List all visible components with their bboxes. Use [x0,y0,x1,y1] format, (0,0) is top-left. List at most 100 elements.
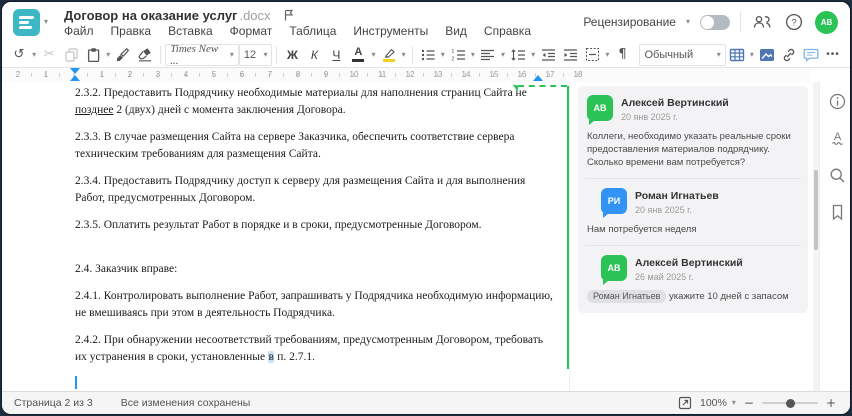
flag-icon[interactable] [283,9,295,22]
zoom-out-button[interactable]: − [744,396,754,410]
insert-link-icon[interactable] [778,44,800,66]
spellcheck-icon[interactable]: А [826,127,848,149]
comment-item[interactable]: АВ Алексей Вертинский 20 янв 2025 г. Кол… [587,95,799,169]
paragraph: 2.4. Заказчик вправе: [75,263,178,275]
menu-file[interactable]: Файл [64,24,94,40]
menu-edit[interactable]: Правка [111,24,152,40]
comment-text: Нам потребуется неделя [587,224,697,235]
copy-button[interactable] [60,44,82,66]
comment-date: 20 янв 2025 г. [621,112,678,122]
user-avatar[interactable]: АВ [815,10,838,34]
insert-table-icon[interactable] [726,44,748,66]
svg-text:?: ? [791,17,796,28]
left-indent-marker[interactable] [70,75,80,81]
help-icon[interactable]: ? [783,11,805,33]
paragraph-shading-icon[interactable] [581,44,603,66]
menu-bar: Файл Правка Вставка Формат Таблица Инстр… [64,24,531,40]
paragraph: 2.3.2. Предоставить Подрядчику необходим… [75,87,527,116]
app-window: ▾ Договор на оказание услуг .docx Файл П… [2,2,850,414]
document-extension: .docx [239,7,271,23]
ruler-number: 15 [489,70,499,79]
review-caret-icon[interactable]: ▾ [686,18,690,26]
right-sidebar: А [819,82,850,392]
undo-caret-icon[interactable]: ▾ [30,50,38,59]
undo-button[interactable]: ↺ [8,44,30,66]
search-icon[interactable] [826,164,848,186]
info-icon[interactable] [826,90,848,112]
comment-item[interactable]: РИ Роман Игнатьев 20 янв 2025 г. Нам пот… [587,188,799,236]
cut-button[interactable]: ✂ [38,44,60,66]
divider [585,245,801,246]
shading-caret-icon[interactable]: ▾ [603,50,611,59]
comment-item[interactable]: АВ Алексей Вертинский 26 май 2025 г. Ром… [587,255,799,303]
collaboration-users-icon[interactable] [751,11,773,33]
font-name-select[interactable]: Times New ... ▾ [165,43,239,67]
first-line-indent-marker[interactable] [70,68,80,74]
bookmark-icon[interactable] [826,201,848,223]
toolbar-more-button[interactable]: ••• [822,44,844,66]
paragraph [75,376,553,392]
comment-anchor-text[interactable]: позднее [75,104,113,116]
bullet-list-icon[interactable] [417,44,439,66]
clear-style-icon[interactable] [134,44,156,66]
paste-button[interactable] [82,44,104,66]
menu-view[interactable]: Вид [445,24,467,40]
bullet-list-caret-icon[interactable]: ▾ [439,50,447,59]
font-color-button[interactable]: А [347,44,369,66]
insert-comment-icon[interactable] [800,44,822,66]
ruler-number: 13 [433,70,443,79]
paragraph-style-select[interactable]: Обычный ▾ [639,43,726,66]
comment-date: 26 май 2025 г. [635,272,694,282]
nonprinting-chars-icon[interactable]: ¶ [611,44,633,66]
document-title: Договор на оказание услуг [64,7,238,23]
font-color-caret-icon[interactable]: ▾ [369,50,377,59]
decrease-indent-icon[interactable] [537,44,559,66]
scrollbar-thumb[interactable] [814,170,818,250]
comment-author: Алексей Вертинский [635,257,743,269]
highlight-caret-icon[interactable]: ▾ [400,50,408,59]
paste-caret-icon[interactable]: ▾ [104,50,112,59]
line-spacing-icon[interactable] [507,44,529,66]
horizontal-ruler[interactable]: 2 1 1 2 3 4 5 6 7 8 9 10 11 12 13 14 15 16 17 18 [2,68,810,83]
document-text[interactable]: 2.3.2. Предоставить Подрядчику необходим… [17,82,559,392]
table-caret-icon[interactable]: ▾ [748,50,756,59]
page-indicator[interactable]: Страница 2 из 3 [14,397,93,409]
comment-avatar: АВ [587,95,613,125]
status-bar: Страница 2 из 3 Все изменения сохранены … [2,391,850,414]
italic-button[interactable]: К [303,44,325,66]
format-painter-icon[interactable] [112,44,134,66]
bold-button[interactable]: Ж [281,44,303,66]
menu-help[interactable]: Справка [484,24,531,40]
zoom-slider[interactable] [761,398,818,408]
document-page[interactable]: 2.3.2. Предоставить Подрядчику необходим… [17,82,569,392]
highlight-color-button[interactable] [378,44,400,66]
insert-image-icon[interactable] [756,44,778,66]
review-mode-label[interactable]: Рецензирование [583,15,676,29]
app-logo-icon[interactable] [13,9,40,36]
ruler-number: 2 [15,70,21,79]
menu-tools[interactable]: Инструменты [353,24,428,40]
ruler-number: 8 [295,70,301,79]
align-caret-icon[interactable]: ▾ [499,50,507,59]
comment-avatar: РИ [601,188,627,218]
right-indent-marker[interactable] [533,75,543,81]
fit-page-icon[interactable] [678,396,692,410]
increase-indent-icon[interactable] [559,44,581,66]
review-toggle[interactable] [700,14,730,30]
menu-table[interactable]: Таблица [289,24,336,40]
divider [740,12,741,32]
align-left-icon[interactable] [477,44,499,66]
zoom-in-button[interactable]: + [826,396,836,410]
font-size-select[interactable]: 12 ▾ [238,43,273,66]
underline-button[interactable]: Ч [325,44,347,66]
menu-format[interactable]: Формат [230,24,273,40]
numbered-list-caret-icon[interactable]: ▾ [469,50,477,59]
zoom-slider-thumb[interactable] [785,398,795,408]
comment-thread[interactable]: АВ Алексей Вертинский 20 янв 2025 г. Кол… [578,86,808,313]
line-spacing-caret-icon[interactable]: ▾ [529,50,537,59]
numbered-list-icon[interactable]: 12 [447,44,469,66]
zoom-select[interactable]: 100% ▾ [700,397,736,409]
mention-chip[interactable]: Роман Игнатьев [587,290,667,303]
logo-caret-icon[interactable]: ▾ [44,17,48,26]
menu-insert[interactable]: Вставка [168,24,213,40]
